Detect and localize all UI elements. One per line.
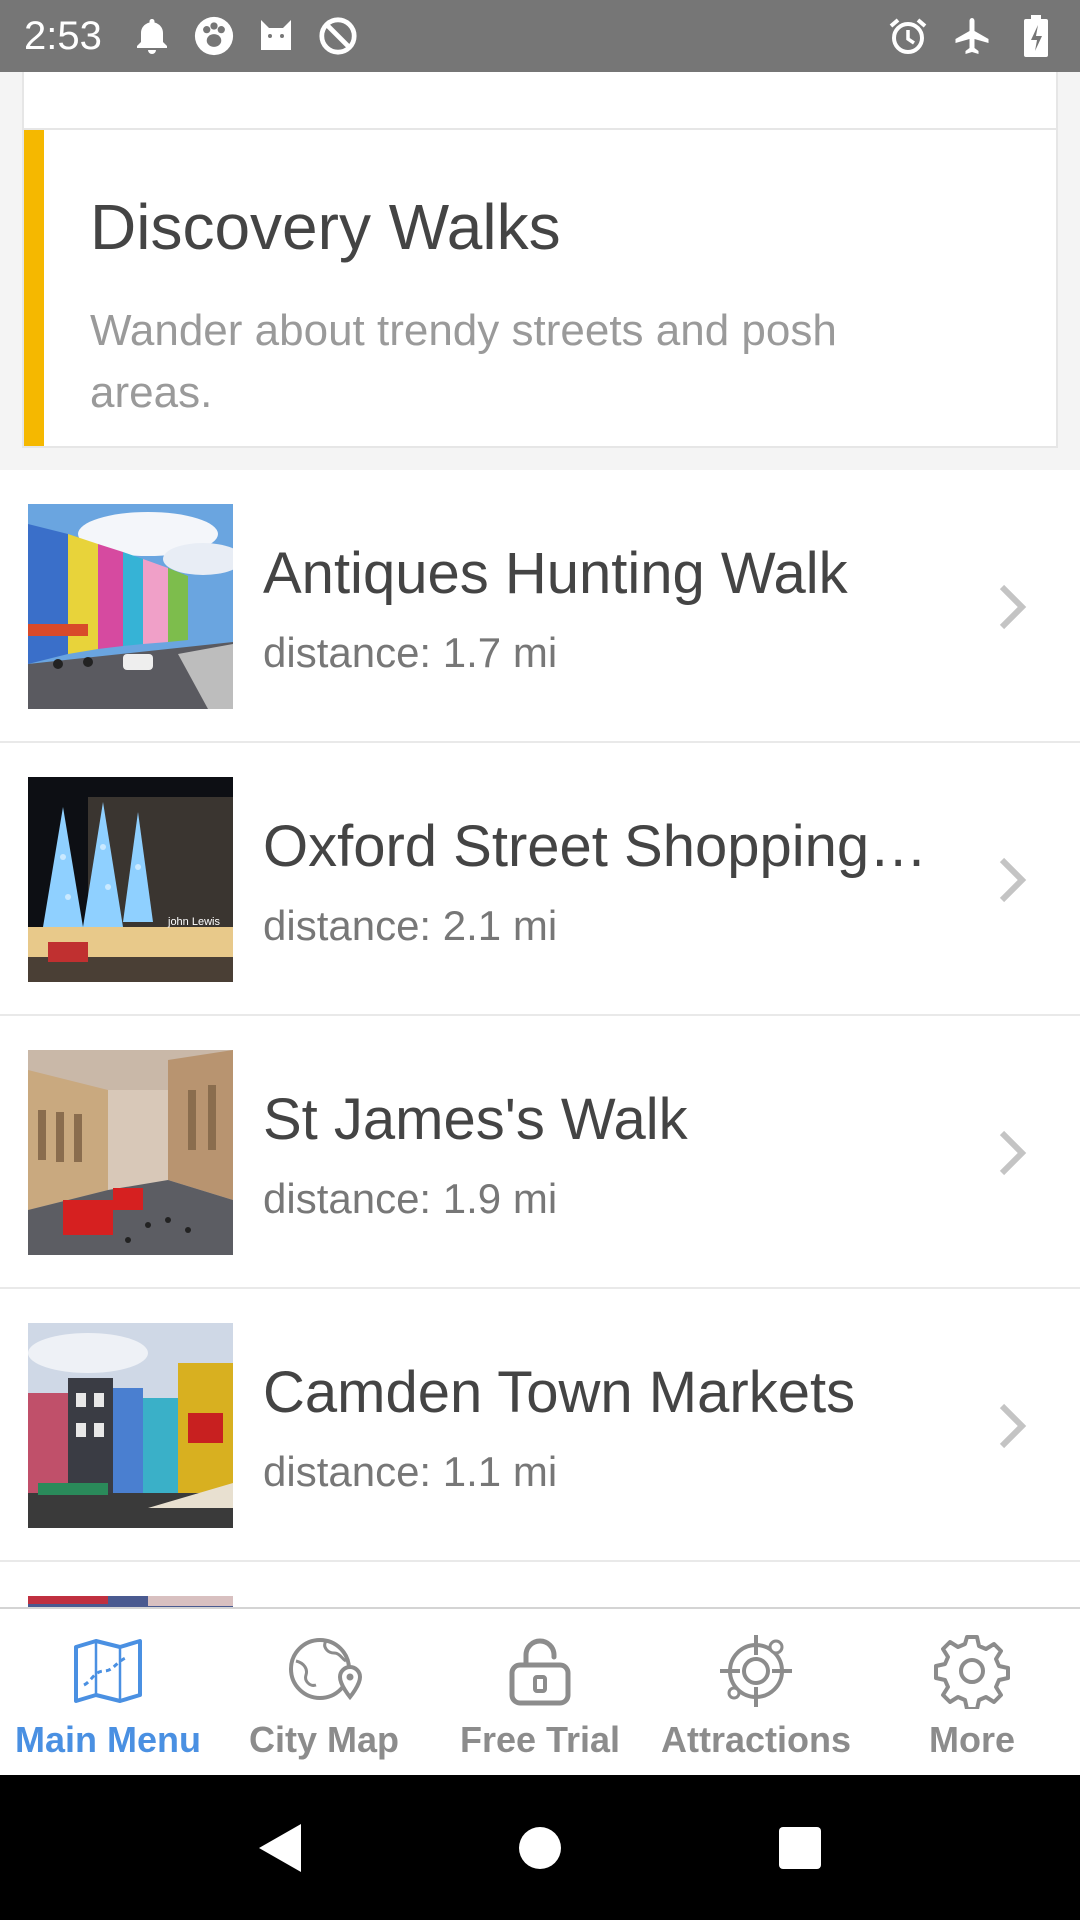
no-sync-icon <box>318 16 358 56</box>
back-triangle-icon <box>259 1823 301 1872</box>
home-button[interactable] <box>510 1818 570 1878</box>
chevron-right-icon <box>999 584 1027 630</box>
camden-shops-photo <box>28 1323 233 1528</box>
nav-attractions[interactable]: Attractions <box>648 1609 864 1775</box>
status-time: 2:53 <box>24 13 102 58</box>
content-area[interactable]: Discovery Walks Wander about trendy stre… <box>0 72 1080 1607</box>
walk-title: Oxford Street Shopping… <box>263 814 928 879</box>
map-icon <box>74 1639 142 1703</box>
paw-icon <box>194 16 234 56</box>
walk-item-text: Camden Town Markets distance: 1.1 mi <box>263 1359 943 1496</box>
walk-item-text: Oxford Street Shopping… distance: 2.1 mi <box>263 813 943 950</box>
status-bar: 2:53 <box>0 0 1080 72</box>
street-with-red-buses-photo <box>28 1050 233 1255</box>
walk-distance: distance: 1.7 mi <box>263 629 558 676</box>
walk-item-partial[interactable] <box>0 1562 1080 1607</box>
alarm-icon <box>888 16 928 56</box>
status-notification-icons <box>132 16 358 56</box>
walk-item-st-james[interactable]: St James's Walk distance: 1.9 mi <box>0 1016 1080 1289</box>
airplane-icon <box>952 16 992 56</box>
christmas-lights-store-photo: john Lewis <box>28 777 233 982</box>
walk-title: Antiques Hunting Walk <box>263 541 848 606</box>
nav-main-menu[interactable]: Main Menu <box>0 1609 216 1775</box>
walk-title: Camden Town Markets <box>263 1360 856 1425</box>
battery-charging-icon <box>1016 15 1056 57</box>
section-description: Wander about trendy streets and posh are… <box>90 306 837 417</box>
back-button[interactable] <box>250 1818 310 1878</box>
chevron-right-icon <box>999 857 1027 903</box>
nav-free-trial[interactable]: Free Trial <box>432 1609 648 1775</box>
nav-city-map[interactable]: City Map <box>216 1609 432 1775</box>
recents-square-icon <box>779 1826 821 1869</box>
nav-label: Attractions <box>660 1719 852 1760</box>
status-system-icons <box>888 15 1056 57</box>
chevron-right-icon <box>999 1130 1027 1176</box>
nav-label: Free Trial <box>459 1719 621 1760</box>
walk-item-oxford-street[interactable]: john Lewis Oxford Street Shopping… dista… <box>0 743 1080 1016</box>
section-accent-bar <box>24 130 44 446</box>
walk-distance: distance: 2.1 mi <box>263 902 558 949</box>
globe-pin-icon <box>289 1638 362 1701</box>
colorful-street-photo <box>28 504 233 709</box>
home-circle-icon <box>519 1826 561 1869</box>
walk-title: St James's Walk <box>263 1087 688 1152</box>
walk-distance: distance: 1.1 mi <box>263 1448 558 1495</box>
nav-label: City Map <box>248 1719 399 1760</box>
bell-icon <box>132 16 172 56</box>
partial-thumbnail-photo <box>28 1596 233 1607</box>
bottom-navigation: Main Menu City Map Free Trial Attraction… <box>0 1607 1080 1775</box>
unlock-icon <box>509 1638 571 1706</box>
section-title: Discovery Walks <box>90 191 561 263</box>
svg-text:john Lewis: john Lewis <box>167 916 220 928</box>
nav-label: More <box>928 1719 1015 1760</box>
nav-more[interactable]: More <box>864 1609 1080 1775</box>
gear-icon <box>934 1635 1010 1709</box>
walk-item-camden-town[interactable]: Camden Town Markets distance: 1.1 mi <box>0 1289 1080 1562</box>
walks-list: Antiques Hunting Walk distance: 1.7 mi j… <box>0 470 1080 1607</box>
walk-distance: distance: 1.9 mi <box>263 1175 558 1222</box>
walk-item-text: St James's Walk distance: 1.9 mi <box>263 1086 943 1223</box>
recents-button[interactable] <box>770 1818 830 1878</box>
nav-label: Main Menu <box>15 1719 201 1760</box>
discovery-walks-header-card: Discovery Walks Wander about trendy stre… <box>22 128 1058 448</box>
chevron-right-icon <box>999 1403 1027 1449</box>
walk-item-text: Antiques Hunting Walk distance: 1.7 mi <box>263 540 943 677</box>
walk-item-antiques-hunting[interactable]: Antiques Hunting Walk distance: 1.7 mi <box>0 470 1080 743</box>
cat-icon <box>256 16 296 56</box>
crosshair-icon <box>720 1635 792 1707</box>
system-navigation-bar <box>0 1775 1080 1920</box>
